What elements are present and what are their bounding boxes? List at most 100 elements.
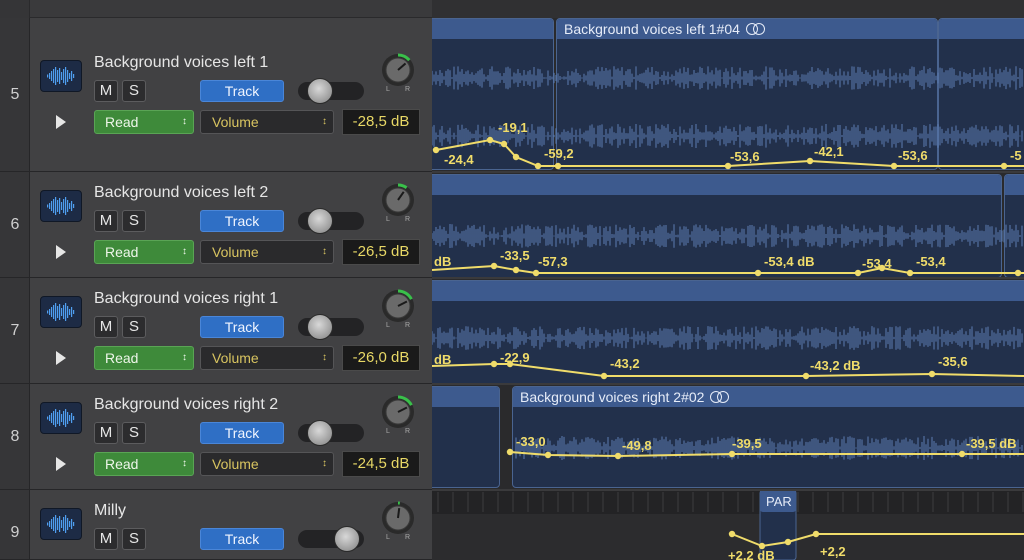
track-name[interactable]: Background voices right 1 bbox=[94, 290, 278, 308]
automation-mode-select[interactable]: Read ↕ bbox=[94, 110, 194, 134]
track-name[interactable]: Background voices left 1 bbox=[94, 54, 268, 72]
track-automation-button[interactable]: Track bbox=[200, 422, 284, 444]
automation-node[interactable] bbox=[512, 266, 520, 274]
automation-node[interactable] bbox=[812, 530, 820, 538]
automation-value-field[interactable]: -28,5 dB bbox=[342, 109, 420, 135]
audio-track-icon[interactable] bbox=[40, 60, 82, 92]
automation-node[interactable] bbox=[614, 452, 622, 460]
automation-node[interactable] bbox=[432, 146, 440, 154]
solo-button[interactable]: S bbox=[122, 528, 146, 550]
automation-node[interactable] bbox=[728, 450, 736, 458]
automation-node[interactable] bbox=[958, 450, 966, 458]
mute-button[interactable]: M bbox=[94, 316, 118, 338]
automation-node[interactable] bbox=[506, 448, 514, 456]
audio-track-icon[interactable] bbox=[40, 508, 82, 540]
automation-node[interactable] bbox=[906, 269, 914, 277]
automation-node[interactable] bbox=[728, 530, 736, 538]
automation-node[interactable] bbox=[854, 269, 862, 277]
region-name: PAR bbox=[766, 494, 792, 509]
automation-node[interactable] bbox=[490, 360, 498, 368]
track-automation-button[interactable]: Track bbox=[200, 528, 284, 550]
automation-node[interactable] bbox=[928, 370, 936, 378]
lane-9[interactable]: +2,2 dB +2,2 PAR bbox=[432, 490, 1024, 560]
automation-curve[interactable] bbox=[432, 363, 1024, 377]
track-header-body: Milly M S Track L R bbox=[30, 490, 432, 559]
audio-track-icon[interactable] bbox=[40, 402, 82, 434]
track-header[interactable]: 7 Background voices right 1 M S Track L R Read ↕… bbox=[0, 278, 432, 384]
automation-node[interactable] bbox=[890, 162, 898, 170]
automation-node[interactable] bbox=[544, 451, 552, 459]
updown-chevron-icon: ↕ bbox=[182, 352, 187, 363]
track-automation-button[interactable]: Track bbox=[200, 210, 284, 232]
volume-fader-knob[interactable] bbox=[334, 526, 360, 552]
lane-separator bbox=[432, 277, 1024, 279]
automation-node[interactable] bbox=[754, 269, 762, 277]
track-header[interactable]: 9 Milly M S Track L R bbox=[0, 490, 432, 560]
volume-fader-knob[interactable] bbox=[306, 78, 333, 104]
automation-curve[interactable] bbox=[509, 451, 1024, 458]
automation-value-label: -42,1 bbox=[814, 144, 844, 159]
lane-5[interactable]: Background voices left 1#04 -24,4 -19,1 -59… bbox=[432, 18, 1024, 172]
track-header-body: Background voices right 1 M S Track L R Read ↕ V… bbox=[30, 278, 432, 383]
disclosure-triangle-icon[interactable] bbox=[56, 245, 66, 259]
solo-button[interactable]: S bbox=[122, 80, 146, 102]
track-header[interactable]: 5 Background voices left 1 M S Track L R Read ↕ V… bbox=[0, 18, 432, 172]
disclosure-triangle-icon[interactable] bbox=[56, 457, 66, 471]
arrange-area[interactable]: Background voices left 1#04 -24,4 -19,1 -59… bbox=[432, 0, 1024, 560]
volume-fader-knob[interactable] bbox=[306, 314, 333, 340]
lane-9-overlay: +2,2 dB +2,2 bbox=[432, 490, 1024, 560]
automation-node[interactable] bbox=[490, 262, 498, 270]
track-automation-button[interactable]: Track bbox=[200, 316, 284, 338]
volume-fader-knob[interactable] bbox=[306, 208, 333, 234]
track-name[interactable]: Background voices right 2 bbox=[94, 396, 278, 414]
automation-node[interactable] bbox=[806, 157, 814, 165]
pan-knob[interactable]: LR bbox=[378, 288, 418, 332]
mute-button[interactable]: M bbox=[94, 80, 118, 102]
automation-node[interactable] bbox=[1000, 162, 1008, 170]
mute-button[interactable]: M bbox=[94, 422, 118, 444]
track-header[interactable]: 8 Background voices right 2 M S Track L R Read ↕… bbox=[0, 384, 432, 490]
automation-value-field[interactable]: -24,5 dB bbox=[342, 451, 420, 477]
audio-track-icon[interactable] bbox=[40, 296, 82, 328]
automation-value-field[interactable]: -26,5 dB bbox=[342, 239, 420, 265]
automation-mode-label: Read bbox=[105, 350, 139, 366]
automation-node[interactable] bbox=[784, 538, 792, 546]
automation-value-field[interactable]: -26,0 dB bbox=[342, 345, 420, 371]
mute-button[interactable]: M bbox=[94, 210, 118, 232]
automation-node[interactable] bbox=[532, 269, 540, 277]
pan-knob[interactable]: LR bbox=[378, 52, 418, 96]
audio-track-icon[interactable] bbox=[40, 190, 82, 222]
automation-parameter-select[interactable]: Volume ↕ bbox=[200, 346, 334, 370]
solo-button[interactable]: S bbox=[122, 210, 146, 232]
automation-node[interactable] bbox=[1014, 269, 1022, 277]
solo-button[interactable]: S bbox=[122, 422, 146, 444]
pan-knob[interactable]: LR bbox=[378, 394, 418, 438]
automation-parameter-select[interactable]: Volume ↕ bbox=[200, 110, 334, 134]
lane-8[interactable]: Background voices right 2#02 -33,0 -49,8 -3… bbox=[432, 384, 1024, 490]
automation-node[interactable] bbox=[512, 153, 520, 161]
automation-node[interactable] bbox=[486, 136, 494, 144]
track-name[interactable]: Milly bbox=[94, 502, 126, 520]
solo-button[interactable]: S bbox=[122, 316, 146, 338]
automation-parameter-select[interactable]: Volume ↕ bbox=[200, 452, 334, 476]
lane-6[interactable]: dB -33,5 -57,3 -53,4 dB -53,4 -53,4 bbox=[432, 172, 1024, 278]
lane-7[interactable]: dB -22,9 -43,2 -43,2 dB -35,6 bbox=[432, 278, 1024, 384]
automation-node[interactable] bbox=[802, 372, 810, 380]
pan-knob[interactable]: LR bbox=[378, 182, 418, 226]
track-automation-button[interactable]: Track bbox=[200, 80, 284, 102]
automation-mode-select[interactable]: Read ↕ bbox=[94, 346, 194, 370]
pan-knob[interactable]: LR bbox=[378, 500, 418, 544]
automation-parameter-select[interactable]: Volume ↕ bbox=[200, 240, 334, 264]
automation-node[interactable] bbox=[534, 162, 542, 170]
automation-mode-select[interactable]: Read ↕ bbox=[94, 240, 194, 264]
automation-mode-select[interactable]: Read ↕ bbox=[94, 452, 194, 476]
automation-node[interactable] bbox=[600, 372, 608, 380]
mute-button[interactable]: M bbox=[94, 528, 118, 550]
track-header[interactable]: 6 Background voices left 2 M S Track L R Read ↕ V… bbox=[0, 172, 432, 278]
disclosure-triangle-icon[interactable] bbox=[56, 351, 66, 365]
automation-node[interactable] bbox=[500, 140, 508, 148]
disclosure-triangle-icon[interactable] bbox=[56, 115, 66, 129]
automation-node[interactable] bbox=[554, 162, 562, 170]
volume-fader-knob[interactable] bbox=[306, 420, 333, 446]
track-name[interactable]: Background voices left 2 bbox=[94, 184, 268, 202]
